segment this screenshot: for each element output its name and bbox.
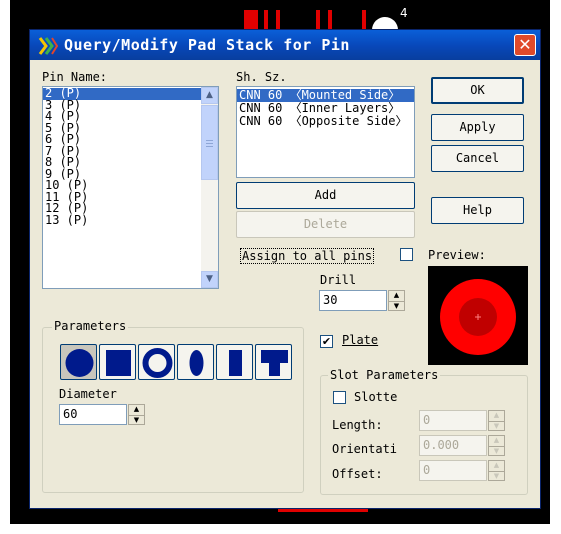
diameter-label: Diameter (59, 387, 117, 401)
assign-all-pins-checkbox[interactable] (400, 248, 413, 261)
thermal-shape-button[interactable] (255, 344, 292, 380)
thermal-shape-icon (261, 350, 288, 376)
slotted-checkbox[interactable] (333, 391, 346, 404)
cancel-button[interactable]: Cancel (431, 145, 524, 172)
scroll-down-button[interactable]: ▼ (201, 271, 218, 288)
trace-segment (278, 509, 368, 512)
parameters-title: Parameters (52, 319, 129, 333)
sh-sz-label: Sh. Sz. (236, 70, 287, 84)
square-shape-icon (106, 350, 131, 376)
slotted-label: Slotte (354, 390, 398, 404)
cancel-label: Cancel (455, 151, 500, 165)
rectangle-shape-button[interactable] (216, 344, 253, 380)
length-spinner[interactable]: ▲ ▼ (488, 410, 505, 431)
apply-button[interactable]: Apply (431, 114, 524, 141)
layer-list-item[interactable]: CNN 60 〈Opposite Side〉 (237, 115, 414, 128)
spin-down-icon[interactable]: ▼ (489, 471, 504, 481)
spin-down-icon[interactable]: ▼ (489, 421, 504, 431)
offset-input[interactable]: 0 (419, 460, 487, 481)
help-label: Help (463, 203, 492, 217)
pin-rows: 2 (P) 3 (P) 4 (P) 5 (P) 6 (P) 7 (P) 8 (P) 9 (P)… (43, 87, 202, 227)
ok-button[interactable]: OK (431, 77, 524, 104)
trace-segment (362, 10, 366, 30)
spin-down-icon[interactable]: ▼ (389, 301, 404, 311)
title-bar[interactable]: Query/Modify Pad Stack for Pin ✕ (30, 30, 540, 60)
diameter-input[interactable]: 60 (59, 404, 127, 425)
spin-up-icon[interactable]: ▲ (489, 436, 504, 445)
orientation-label: Orientati (332, 442, 398, 456)
orientation-spinner[interactable]: ▲ ▼ (488, 435, 505, 456)
spin-up-icon[interactable]: ▲ (489, 411, 504, 420)
length-input[interactable]: 0 (419, 410, 487, 431)
ok-label: OK (470, 83, 485, 97)
layer-list[interactable]: CNN 60 〈Mounted Side〉 CNN 60 〈Inner Layer… (236, 86, 415, 178)
spin-down-icon[interactable]: ▼ (129, 415, 144, 425)
scroll-thumb[interactable] (201, 105, 218, 180)
spin-down-icon[interactable]: ▼ (489, 446, 504, 456)
plate-checkbox[interactable]: ✔ (320, 335, 333, 348)
pad-preview-graphic (440, 279, 516, 355)
annular-shape-button[interactable] (138, 344, 175, 380)
diameter-spinner[interactable]: ▲ ▼ (128, 404, 145, 425)
oval-shape-button[interactable] (177, 344, 214, 380)
slot-parameters-title: Slot Parameters (328, 368, 441, 382)
spin-up-icon[interactable]: ▲ (129, 405, 144, 414)
annular-shape-icon (142, 348, 173, 378)
trace-segment (276, 10, 280, 30)
pad-stack-dialog: Query/Modify Pad Stack for Pin ✕ Pin Nam… (29, 29, 541, 509)
add-button[interactable]: Add (236, 182, 415, 209)
drill-label: Drill (320, 273, 357, 287)
app-logo-icon (38, 37, 58, 55)
delete-label: Delete (303, 217, 348, 231)
layer-rows: CNN 60 〈Mounted Side〉 CNN 60 〈Inner Layer… (237, 89, 414, 128)
shape-buttons (60, 344, 292, 380)
plate-label-text: Plate (342, 333, 379, 347)
add-label: Add (314, 188, 337, 202)
trace-segment (264, 10, 268, 30)
trace-segment (244, 10, 258, 30)
length-label: Length: (332, 418, 383, 432)
pin-list-scrollbar[interactable]: ▲ ▼ (201, 87, 218, 288)
spin-up-icon[interactable]: ▲ (489, 461, 504, 470)
square-shape-button[interactable] (99, 344, 136, 380)
oval-shape-icon (189, 350, 204, 376)
pin-name-list[interactable]: 2 (P) 3 (P) 4 (P) 5 (P) 6 (P) 7 (P) 8 (P) 9 (P)… (42, 86, 219, 289)
delete-button[interactable]: Delete (236, 211, 415, 238)
preview-label: Preview: (428, 248, 486, 262)
offset-spinner[interactable]: ▲ ▼ (488, 460, 505, 481)
canvas-bottom-margin (0, 524, 561, 534)
pad-preview (428, 266, 528, 365)
dialog-title: Query/Modify Pad Stack for Pin (64, 36, 350, 54)
pin-name-label: Pin Name: (42, 70, 108, 84)
trace-segment (328, 10, 332, 30)
offset-label: Offset: (332, 467, 383, 481)
trace-segment (316, 10, 320, 30)
drill-input[interactable]: 30 (319, 290, 387, 311)
pin-list-item[interactable]: 13 (P) (43, 214, 202, 227)
help-button[interactable]: Help (431, 197, 524, 224)
assign-all-pins-label: Assign to all pins (240, 248, 375, 264)
round-shape-button[interactable] (60, 344, 97, 380)
drill-spinner[interactable]: ▲ ▼ (388, 290, 405, 311)
pad-dome-icon (372, 17, 398, 30)
apply-label: Apply (459, 120, 496, 134)
spin-up-icon[interactable]: ▲ (389, 291, 404, 300)
close-icon: ✕ (518, 35, 532, 54)
round-shape-icon (65, 349, 94, 377)
rectangle-shape-icon (229, 350, 242, 376)
scroll-up-button[interactable]: ▲ (201, 87, 218, 104)
close-button[interactable]: ✕ (514, 34, 536, 56)
orientation-input[interactable]: 0.000 (419, 435, 487, 456)
pcb-label: 4 (400, 6, 408, 20)
plate-label: Plate (342, 333, 378, 347)
